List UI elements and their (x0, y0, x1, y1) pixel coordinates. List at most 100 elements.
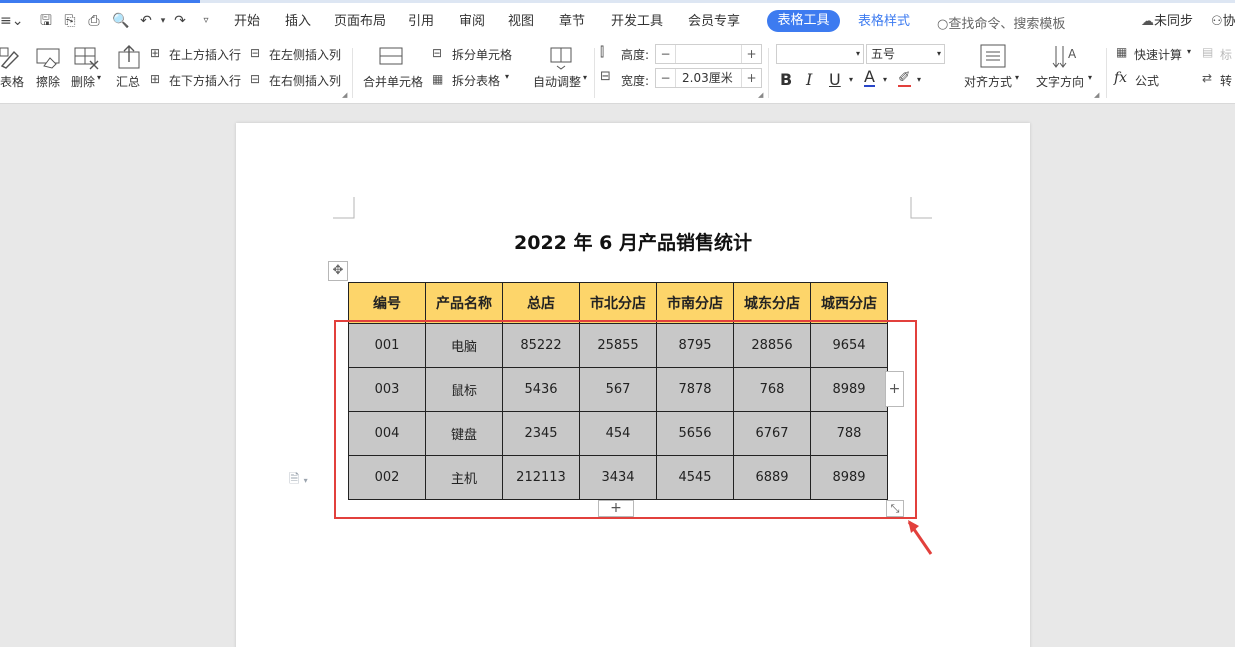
redo-icon[interactable]: ↷ (172, 13, 188, 29)
highlight-dropdown-icon[interactable]: ▾ (917, 75, 921, 84)
save-icon[interactable]: 🖫 (38, 13, 54, 29)
red-arrow-annotation (907, 520, 933, 555)
height-decrease-button[interactable]: − (656, 45, 676, 63)
title-row-repeat-button[interactable]: 标 (1220, 46, 1232, 63)
underline-icon[interactable]: U (829, 70, 841, 89)
width-stepper[interactable]: − 2.03厘米 + (655, 68, 762, 88)
font-size-select[interactable]: 五号 ▾ (866, 44, 945, 64)
group-launcher-icon[interactable]: ◢ (758, 91, 763, 99)
font-color-dropdown-icon[interactable]: ▾ (883, 75, 887, 84)
chevron-down-icon[interactable]: ≡⌄ (0, 13, 23, 29)
highlight-icon[interactable]: ✐ (898, 70, 911, 87)
column-header[interactable]: 城西分店 (810, 282, 888, 324)
margin-corner-mark (910, 197, 932, 219)
text-direction-button[interactable]: 文字方向 (1036, 73, 1084, 90)
chevron-down-icon: ▾ (855, 49, 860, 58)
merge-cells-button[interactable]: 合并单元格 (363, 73, 423, 90)
height-stepper[interactable]: − + (655, 44, 762, 64)
insert-col-left-button[interactable]: 在左侧插入列 (269, 46, 341, 63)
tab-references[interactable]: 引用 (408, 13, 434, 31)
width-value[interactable]: 2.03厘米 (682, 69, 733, 87)
tab-chapter[interactable]: 章节 (559, 13, 585, 31)
font-name-select[interactable]: ▾ (776, 44, 864, 64)
table-resize-handle[interactable]: ⤡ (886, 500, 904, 517)
width-decrease-button[interactable]: − (656, 69, 676, 87)
summary-button[interactable]: 汇总 (116, 73, 140, 90)
split-table-button[interactable]: 拆分表格 (452, 72, 500, 89)
export-pdf-icon[interactable]: ⎘ (62, 13, 78, 29)
quick-calc-button[interactable]: 快速计算 (1134, 46, 1182, 63)
align-dropdown-icon[interactable]: ▾ (1015, 73, 1019, 82)
width-increase-button[interactable]: + (741, 69, 761, 87)
resize-icon: ⤡ (890, 502, 900, 515)
plus-icon: + (610, 500, 622, 516)
column-header[interactable]: 城东分店 (733, 282, 811, 324)
align-button[interactable]: 对齐方式 (964, 73, 1012, 90)
delete-dropdown-icon[interactable]: ▾ (97, 73, 101, 82)
tab-table-style[interactable]: 表格样式 (858, 13, 910, 31)
ribbon-divider (352, 48, 353, 98)
font-size-value: 五号 (871, 47, 896, 61)
tab-review[interactable]: 审阅 (459, 13, 485, 31)
delete-button[interactable]: 删除 (71, 73, 95, 90)
width-icon: ⊟ (600, 69, 611, 84)
add-column-button[interactable]: + (885, 371, 904, 407)
split-cells-button[interactable]: 拆分单元格 (452, 46, 512, 63)
add-row-button[interactable]: + (598, 500, 634, 517)
paragraph-layout-icon[interactable]: 🗎 ▾ (289, 470, 308, 492)
split-table-dropdown-icon[interactable]: ▾ (505, 72, 509, 81)
undo-icon[interactable]: ↶ (138, 13, 154, 29)
auto-fit-button[interactable]: 自动调整 (533, 73, 581, 90)
insert-row-above-button[interactable]: 在上方插入行 (169, 46, 241, 63)
column-header[interactable]: 市南分店 (656, 282, 734, 324)
quick-calc-dropdown-icon[interactable]: ▾ (1187, 47, 1191, 56)
tab-developer[interactable]: 开发工具 (611, 13, 663, 31)
user-icon: ⚇ (1211, 14, 1223, 29)
font-color-icon[interactable]: A (864, 69, 875, 87)
table-move-handle[interactable]: ✥ (328, 261, 348, 281)
tab-insert[interactable]: 插入 (285, 13, 311, 31)
auto-fit-dropdown-icon[interactable]: ▾ (583, 73, 587, 82)
underline-dropdown-icon[interactable]: ▾ (849, 75, 853, 84)
tab-view[interactable]: 视图 (508, 13, 534, 31)
italic-icon[interactable]: I (806, 70, 812, 89)
bold-icon[interactable]: B (780, 70, 792, 89)
margin-corner-mark (333, 197, 355, 219)
convert-button[interactable]: 转 (1220, 72, 1232, 89)
ribbon-divider (768, 48, 769, 98)
collaborate-button[interactable]: ⚇协 (1211, 13, 1235, 31)
column-header[interactable]: 编号 (348, 282, 426, 324)
delete-table-icon (74, 46, 100, 70)
tab-home[interactable]: 开始 (234, 13, 260, 31)
insert-row-below-button[interactable]: 在下方插入行 (169, 72, 241, 89)
insert-below-icon: ⊞ (150, 72, 161, 86)
tab-page-layout[interactable]: 页面布局 (334, 13, 386, 31)
command-search[interactable]: ○查找命令、搜索模板 (937, 13, 1065, 32)
menu-bar: ≡⌄ 🖫 ⎘ ⎙ 🔍 ↶ ▾ ↷ ▿ 开始 插入 页面布局 引用 审阅 视图 章… (0, 0, 1235, 42)
group-launcher-icon[interactable]: ◢ (342, 91, 347, 99)
customize-toolbar-icon[interactable]: ▿ (198, 13, 214, 29)
insert-col-right-button[interactable]: 在右侧插入列 (269, 72, 341, 89)
selection-highlight-box (334, 320, 917, 519)
print-preview-icon[interactable]: 🔍 (112, 13, 129, 29)
document-title: 2022 年 6 月产品销售统计 (514, 232, 752, 254)
split-table-icon: ▦ (432, 72, 444, 86)
summary-icon (116, 44, 142, 70)
height-increase-button[interactable]: + (741, 45, 761, 63)
ribbon-divider (1106, 48, 1107, 98)
column-header[interactable]: 总店 (502, 282, 580, 324)
tab-member[interactable]: 会员专享 (688, 13, 740, 31)
group-launcher-icon[interactable]: ◢ (1094, 91, 1099, 99)
ribbon-divider (594, 48, 595, 98)
formula-button[interactable]: 公式 (1135, 72, 1159, 89)
erase-button[interactable]: 擦除 (36, 73, 60, 90)
tab-table-tools[interactable]: 表格工具 (767, 10, 840, 32)
column-header[interactable]: 市北分店 (579, 282, 657, 324)
column-header[interactable]: 产品名称 (425, 282, 503, 324)
text-direction-dropdown-icon[interactable]: ▾ (1088, 73, 1092, 82)
draw-table-button[interactable]: 表格 (0, 73, 24, 90)
width-label: 宽度: (621, 74, 650, 88)
print-icon[interactable]: ⎙ (86, 13, 102, 29)
undo-dropdown-icon[interactable]: ▾ (155, 13, 171, 29)
sync-status[interactable]: ☁未同步 (1141, 13, 1193, 31)
